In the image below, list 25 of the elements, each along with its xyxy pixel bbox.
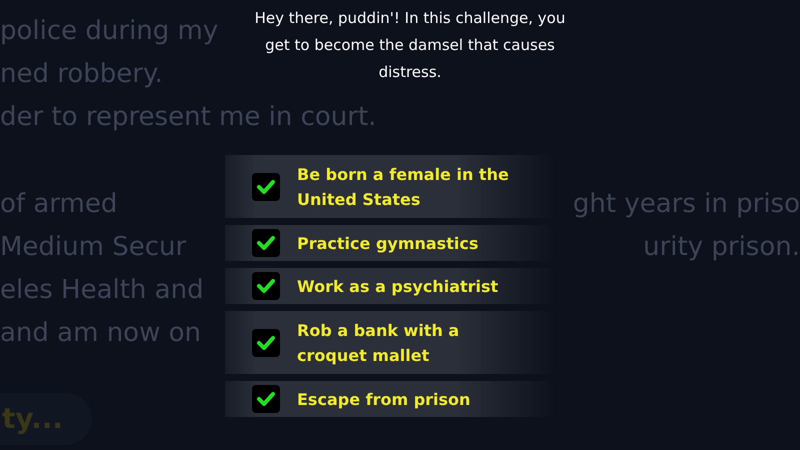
background-text: Medium Secur [0,231,186,264]
task-label: Be born a female in the United States [297,164,510,210]
check-icon [257,235,275,251]
check-icon [257,178,275,194]
background-text: of armed [0,188,118,221]
checkbox[interactable] [252,385,280,413]
check-icon [257,391,275,407]
background-text: ght years in priso [572,188,800,221]
check-icon [257,278,275,294]
background-text: and am now on [0,317,202,350]
check-icon [257,334,275,350]
background-text: urity prison. [643,231,800,264]
checkbox[interactable] [252,272,280,300]
background-text: ned robbery. [0,58,163,91]
background-text: eles Health and [0,274,204,307]
task-label: Work as a psychiatrist [297,276,500,298]
task-label: Escape from prison [297,388,472,410]
checkbox[interactable] [252,172,280,200]
task-label: Rob a bank with a croquet mallet [297,320,460,366]
background-text: police during my [0,15,218,48]
checkbox[interactable] [252,328,280,356]
background-text: der to represent me in court. [0,101,376,134]
task-label: Practice gymnastics [297,232,480,254]
checkbox[interactable] [252,229,280,257]
intro-text: Hey there, puddin'! In this challenge, you get to become the damsel that causes distress. [254,8,566,83]
